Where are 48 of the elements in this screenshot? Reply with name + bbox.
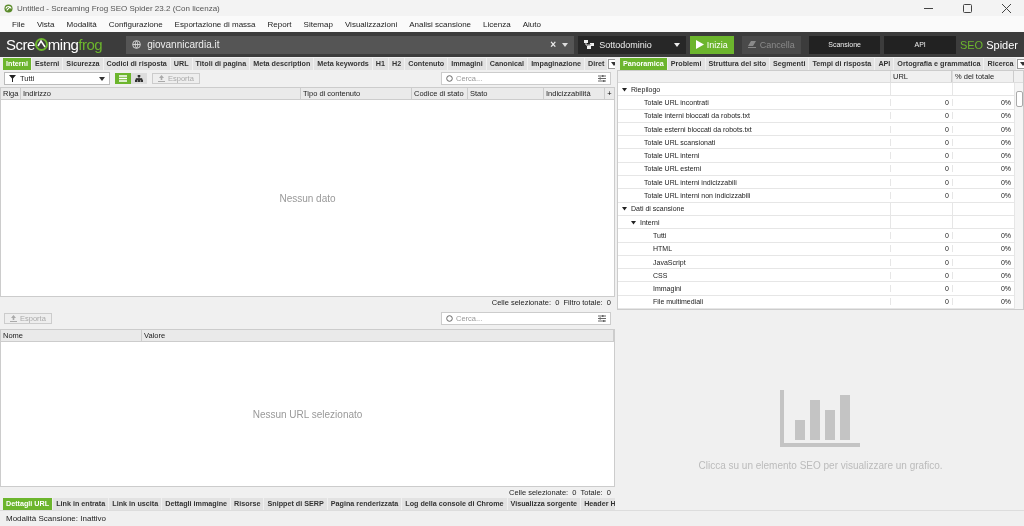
clear-button[interactable]: × xyxy=(550,39,557,50)
menu-item[interactable]: Aiuto xyxy=(516,19,547,29)
filter-icon xyxy=(9,75,16,82)
search-icon xyxy=(446,75,453,82)
search-icon xyxy=(446,314,453,322)
empty-message: Nessun URL selezionato xyxy=(252,408,363,420)
status-text: Modalità Scansione: Inattivo xyxy=(6,514,107,523)
globe-icon xyxy=(132,40,142,49)
menu-item[interactable]: Analisi scansione xyxy=(403,19,478,29)
menu-item[interactable]: Vista xyxy=(30,19,61,29)
caret-icon xyxy=(673,42,680,47)
menu-item[interactable]: Configurazione xyxy=(102,19,169,29)
menu-item[interactable]: Report xyxy=(261,19,298,29)
mode-dropdown[interactable]: Sottodominio xyxy=(578,35,686,54)
play-icon xyxy=(695,40,704,49)
bar-chart-icon xyxy=(779,389,862,448)
menu-item[interactable]: Licenza xyxy=(477,19,517,29)
tree-view-button[interactable] xyxy=(131,73,147,84)
caret-icon xyxy=(1020,61,1024,66)
caret-icon xyxy=(99,76,105,81)
logo: Scre mingfrog xyxy=(6,36,104,53)
eraser-icon xyxy=(747,41,757,48)
window-title: Untitled - Screaming Frog SEO Spider 23.2 (Con licenza) xyxy=(17,3,221,13)
frog-logo-icon xyxy=(34,38,48,51)
hierarchy-icon xyxy=(135,75,143,82)
frog-app-icon xyxy=(4,3,13,13)
sitemap-icon xyxy=(584,40,595,49)
url-field[interactable]: giovannicardia.it × xyxy=(126,35,575,54)
menu-item[interactable]: Esportazione di massa xyxy=(168,19,262,29)
menu-item[interactable]: File xyxy=(6,19,31,29)
scrollbar[interactable] xyxy=(1014,83,1023,309)
close-icon[interactable] xyxy=(1002,3,1011,13)
product-name: SEO Spider xyxy=(959,38,1018,51)
expanded-arrow-icon[interactable] xyxy=(631,219,636,225)
caret-icon xyxy=(562,42,569,47)
menu-item[interactable]: Visualizzazioni xyxy=(338,19,404,29)
caret-icon xyxy=(611,61,615,66)
upload-icon xyxy=(158,75,165,82)
menu-item[interactable]: Modalità xyxy=(60,19,103,29)
empty-message: Nessun dato xyxy=(279,192,336,204)
list-icon xyxy=(119,75,127,82)
expanded-arrow-icon[interactable] xyxy=(622,86,627,92)
upload-icon xyxy=(10,314,17,322)
filter-settings-icon[interactable] xyxy=(598,75,606,82)
expanded-arrow-icon[interactable] xyxy=(622,206,627,212)
maximize-icon[interactable] xyxy=(963,3,972,13)
filter-settings-icon[interactable] xyxy=(598,314,606,322)
menu-item[interactable]: Sitemap xyxy=(297,19,339,29)
